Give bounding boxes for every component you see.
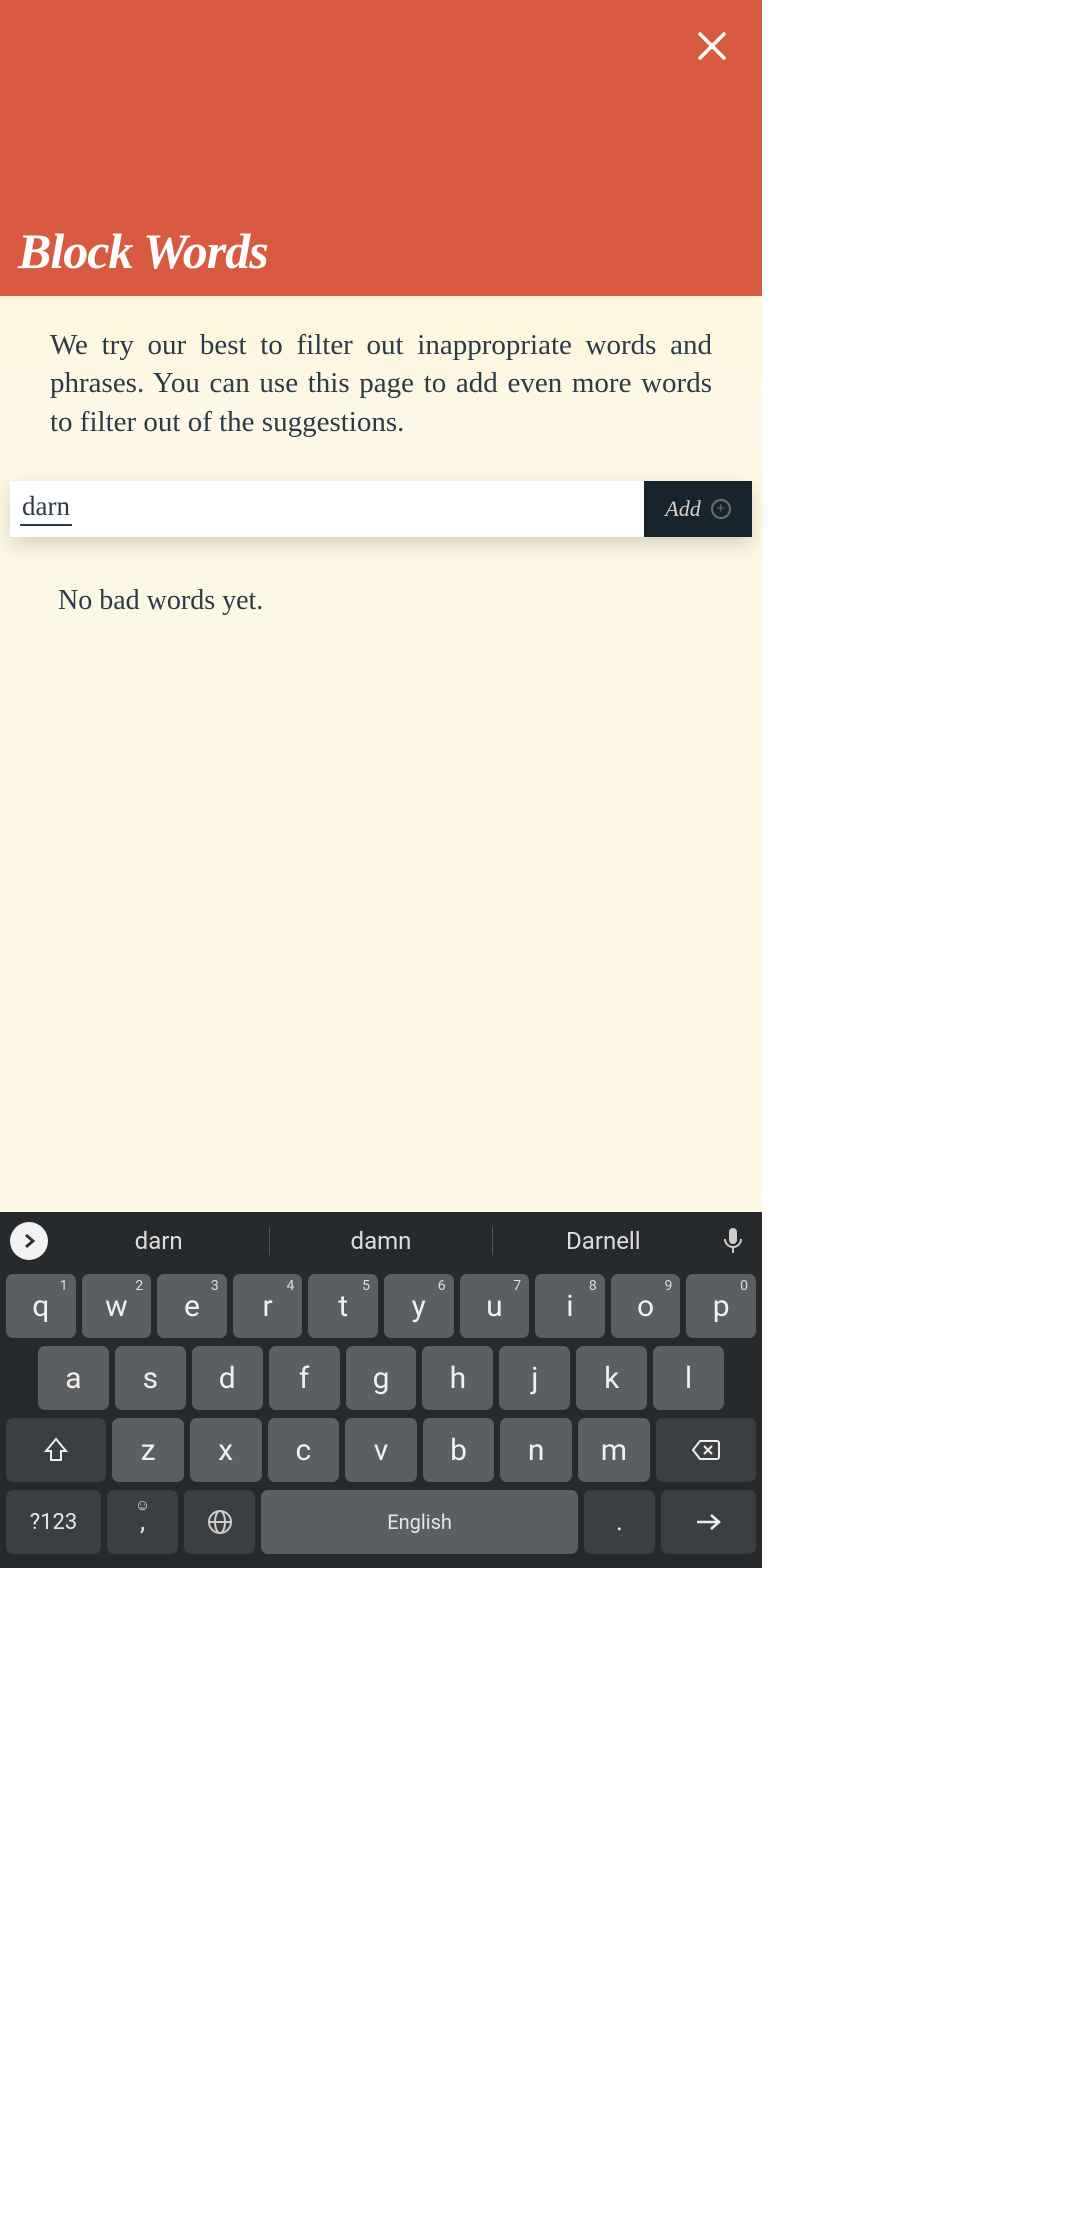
header-banner: Block Words bbox=[0, 0, 762, 296]
key-w[interactable]: w2 bbox=[82, 1274, 152, 1338]
key-e[interactable]: e3 bbox=[157, 1274, 227, 1338]
shift-key[interactable] bbox=[6, 1418, 106, 1482]
suggestion-1[interactable]: darn bbox=[48, 1227, 269, 1255]
suggestion-2[interactable]: damn bbox=[270, 1227, 491, 1255]
word-input[interactable]: darn bbox=[10, 481, 644, 537]
suggestion-3[interactable]: Darnell bbox=[493, 1227, 714, 1255]
key-s[interactable]: s bbox=[115, 1346, 186, 1410]
close-button[interactable] bbox=[686, 20, 738, 72]
description-text: We try our best to filter out inappropri… bbox=[50, 326, 712, 441]
globe-icon bbox=[207, 1509, 233, 1535]
chevron-right-icon bbox=[21, 1233, 37, 1249]
language-key[interactable] bbox=[184, 1490, 255, 1554]
expand-button[interactable] bbox=[10, 1222, 48, 1260]
key-d[interactable]: d bbox=[192, 1346, 263, 1410]
enter-key[interactable] bbox=[661, 1490, 756, 1554]
add-button[interactable]: Add + bbox=[644, 481, 752, 537]
comma-key[interactable]: ☺ , bbox=[107, 1490, 178, 1554]
key-a[interactable]: a bbox=[38, 1346, 109, 1410]
key-k[interactable]: k bbox=[576, 1346, 647, 1410]
key-num: 3 bbox=[211, 1278, 219, 1294]
key-x[interactable]: x bbox=[190, 1418, 262, 1482]
key-num: 0 bbox=[740, 1278, 748, 1294]
key-m[interactable]: m bbox=[578, 1418, 650, 1482]
period-key[interactable]: . bbox=[584, 1490, 655, 1554]
plus-circle-icon: + bbox=[711, 499, 731, 519]
key-j[interactable]: j bbox=[499, 1346, 570, 1410]
key-t[interactable]: t5 bbox=[308, 1274, 378, 1338]
key-num: 8 bbox=[589, 1278, 597, 1294]
backspace-key[interactable] bbox=[656, 1418, 756, 1482]
content-area: We try our best to filter out inappropri… bbox=[0, 296, 762, 441]
key-v[interactable]: v bbox=[345, 1418, 417, 1482]
backspace-icon bbox=[691, 1438, 721, 1462]
mic-button[interactable] bbox=[714, 1227, 752, 1255]
key-num: 4 bbox=[287, 1278, 295, 1294]
key-c[interactable]: c bbox=[268, 1418, 340, 1482]
word-input-value: darn bbox=[20, 491, 72, 526]
key-l[interactable]: l bbox=[653, 1346, 724, 1410]
key-f[interactable]: f bbox=[269, 1346, 340, 1410]
key-o[interactable]: o9 bbox=[611, 1274, 681, 1338]
key-b[interactable]: b bbox=[423, 1418, 495, 1482]
key-num: 6 bbox=[438, 1278, 446, 1294]
key-q[interactable]: q1 bbox=[6, 1274, 76, 1338]
key-r[interactable]: r4 bbox=[233, 1274, 303, 1338]
key-num: 9 bbox=[664, 1278, 672, 1294]
key-num: 1 bbox=[60, 1278, 68, 1294]
space-key[interactable]: English bbox=[261, 1490, 577, 1554]
soft-keyboard: darn damn Darnell q1w2e3r4t5y6u7i8o9p0 a… bbox=[0, 1212, 762, 1568]
key-i[interactable]: i8 bbox=[535, 1274, 605, 1338]
close-icon bbox=[692, 26, 732, 66]
arrow-right-icon bbox=[694, 1512, 724, 1532]
add-word-row: darn Add + bbox=[10, 481, 752, 537]
add-button-label: Add bbox=[665, 496, 700, 522]
key-h[interactable]: h bbox=[422, 1346, 493, 1410]
key-y[interactable]: y6 bbox=[384, 1274, 454, 1338]
shift-icon bbox=[42, 1436, 70, 1464]
key-u[interactable]: u7 bbox=[460, 1274, 530, 1338]
emoji-icon: ☺ bbox=[135, 1496, 150, 1514]
key-z[interactable]: z bbox=[112, 1418, 184, 1482]
mic-icon bbox=[722, 1227, 744, 1255]
key-num: 7 bbox=[513, 1278, 521, 1294]
key-p[interactable]: p0 bbox=[686, 1274, 756, 1338]
key-num: 2 bbox=[135, 1278, 143, 1294]
suggestion-row: darn damn Darnell bbox=[0, 1212, 762, 1270]
symbols-key[interactable]: ?123 bbox=[6, 1490, 101, 1554]
page-title: Block Words bbox=[18, 222, 744, 280]
empty-state-text: No bad words yet. bbox=[58, 585, 762, 617]
key-g[interactable]: g bbox=[346, 1346, 417, 1410]
key-num: 5 bbox=[362, 1278, 370, 1294]
key-n[interactable]: n bbox=[500, 1418, 572, 1482]
